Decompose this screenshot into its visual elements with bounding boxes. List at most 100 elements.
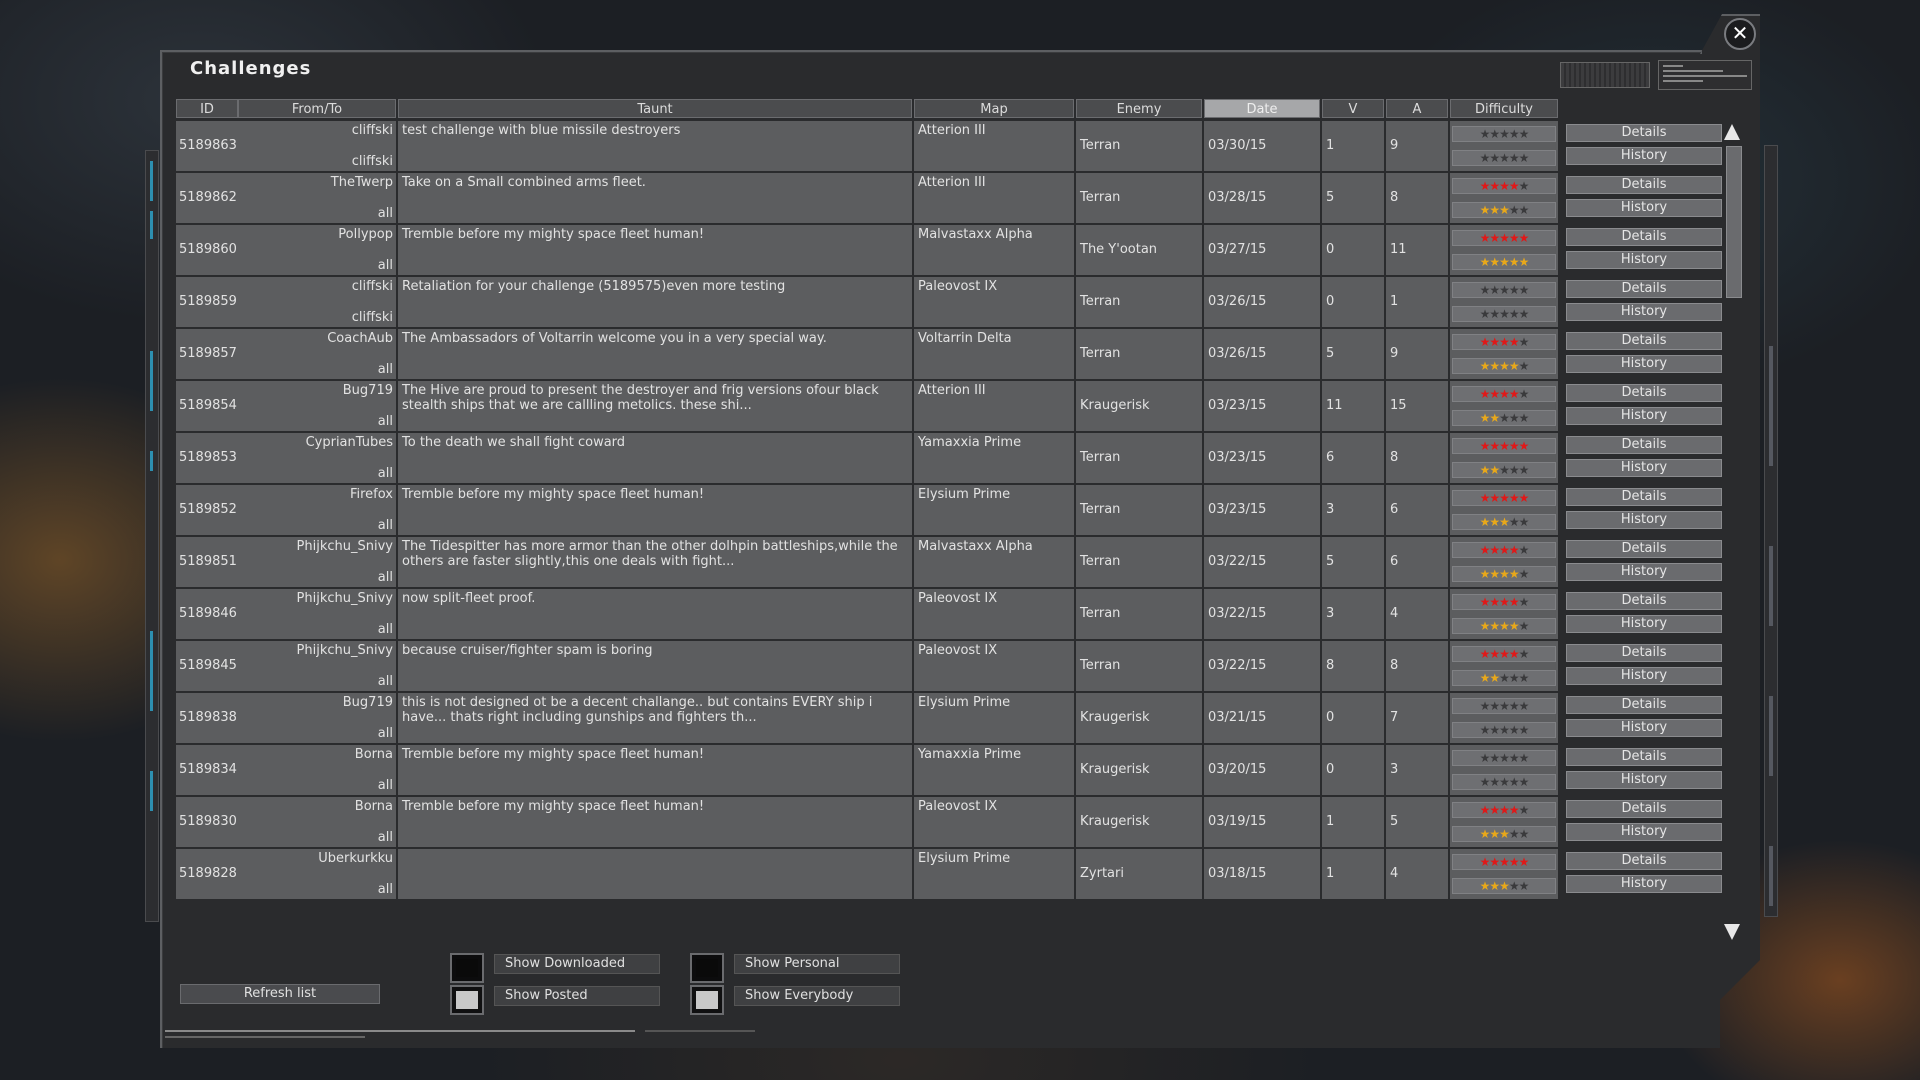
scroll-up-arrow-icon[interactable] bbox=[1724, 124, 1740, 140]
sender-name: cliffski bbox=[351, 123, 393, 138]
table-row[interactable]: 5189859 cliffski cliffski Retaliation for y… bbox=[176, 277, 1724, 327]
star-icon: ★ bbox=[1489, 307, 1500, 321]
details-button[interactable]: Details bbox=[1566, 592, 1722, 610]
show-everybody-toggle[interactable] bbox=[690, 985, 724, 1015]
star-icon: ★ bbox=[1518, 723, 1530, 737]
show-everybody-label[interactable]: Show Everybody bbox=[734, 986, 900, 1006]
details-button[interactable]: Details bbox=[1566, 748, 1722, 766]
history-button[interactable]: History bbox=[1566, 147, 1722, 165]
column-header-map[interactable]: Map bbox=[914, 99, 1074, 118]
column-header-difficulty[interactable]: Difficulty bbox=[1450, 99, 1558, 118]
star-icon: ★ bbox=[1489, 411, 1500, 425]
details-button[interactable]: Details bbox=[1566, 228, 1722, 246]
star-icon: ★ bbox=[1499, 567, 1510, 581]
sender-name: Uberkurkku bbox=[318, 851, 393, 866]
star-icon: ★ bbox=[1518, 803, 1530, 817]
table-row[interactable]: 5189857 CoachAub all The Ambassadors of Vol… bbox=[176, 329, 1724, 379]
history-button[interactable]: History bbox=[1566, 771, 1722, 789]
details-button[interactable]: Details bbox=[1566, 176, 1722, 194]
column-header-date[interactable]: Date bbox=[1204, 99, 1320, 118]
column-header-v[interactable]: V bbox=[1322, 99, 1384, 118]
history-button[interactable]: History bbox=[1566, 303, 1722, 321]
table-row[interactable]: 5189846 Phijkchu_Snivy all now split-fleet … bbox=[176, 589, 1724, 639]
rating-stars: ★★★★★ bbox=[1452, 202, 1556, 218]
star-icon: ★ bbox=[1518, 387, 1530, 401]
star-icon: ★ bbox=[1489, 751, 1500, 765]
difficulty-stars: ★★★★★ bbox=[1452, 854, 1556, 870]
details-button[interactable]: Details bbox=[1566, 332, 1722, 350]
details-button[interactable]: Details bbox=[1566, 384, 1722, 402]
history-button[interactable]: History bbox=[1566, 199, 1722, 217]
details-button[interactable]: Details bbox=[1566, 852, 1722, 870]
table-row[interactable]: 5189851 Phijkchu_Snivy all The Tidespitter … bbox=[176, 537, 1724, 587]
star-icon: ★ bbox=[1489, 255, 1500, 269]
table-row[interactable]: 5189830 Borna all Tremble before my mighty … bbox=[176, 797, 1724, 847]
history-button[interactable]: History bbox=[1566, 251, 1722, 269]
details-button[interactable]: Details bbox=[1566, 800, 1722, 818]
details-button[interactable]: Details bbox=[1566, 644, 1722, 662]
star-icon: ★ bbox=[1479, 855, 1491, 869]
cell-enemy: Kraugerisk bbox=[1076, 381, 1202, 431]
history-button[interactable]: History bbox=[1566, 615, 1722, 633]
show-downloaded-toggle[interactable] bbox=[450, 953, 484, 983]
history-button[interactable]: History bbox=[1566, 511, 1722, 529]
table-row[interactable]: 5189860 Pollypop all Tremble before my migh… bbox=[176, 225, 1724, 275]
show-personal-toggle[interactable] bbox=[690, 953, 724, 983]
cell-date: 03/23/15 bbox=[1204, 381, 1320, 431]
details-button[interactable]: Details bbox=[1566, 696, 1722, 714]
cell-from-to: cliffski cliffski bbox=[238, 121, 396, 171]
show-posted-toggle[interactable] bbox=[450, 985, 484, 1015]
details-button[interactable]: Details bbox=[1566, 488, 1722, 506]
show-personal-label[interactable]: Show Personal bbox=[734, 954, 900, 974]
column-header-from-to[interactable]: From/To bbox=[238, 99, 396, 118]
column-header-taunt[interactable]: Taunt bbox=[398, 99, 912, 118]
star-icon: ★ bbox=[1479, 723, 1491, 737]
vertical-scrollbar[interactable] bbox=[1724, 124, 1742, 944]
cell-v: 5 bbox=[1322, 537, 1384, 587]
history-button[interactable]: History bbox=[1566, 875, 1722, 893]
history-button[interactable]: History bbox=[1566, 459, 1722, 477]
scrollbar-thumb[interactable] bbox=[1726, 146, 1742, 298]
column-header-a[interactable]: A bbox=[1386, 99, 1448, 118]
star-icon: ★ bbox=[1489, 335, 1500, 349]
star-icon: ★ bbox=[1479, 751, 1491, 765]
show-posted-label[interactable]: Show Posted bbox=[494, 986, 660, 1006]
cell-taunt: The Ambassadors of Voltarrin welcome you… bbox=[398, 329, 912, 379]
cell-date: 03/22/15 bbox=[1204, 641, 1320, 691]
details-button[interactable]: Details bbox=[1566, 124, 1722, 142]
table-row[interactable]: 5189853 CyprianTubes all To the death we sh… bbox=[176, 433, 1724, 483]
scroll-down-arrow-icon[interactable] bbox=[1724, 924, 1740, 940]
refresh-list-button[interactable]: Refresh list bbox=[180, 984, 380, 1004]
show-downloaded-label[interactable]: Show Downloaded bbox=[494, 954, 660, 974]
history-button[interactable]: History bbox=[1566, 563, 1722, 581]
details-button[interactable]: Details bbox=[1566, 436, 1722, 454]
table-row[interactable]: 5189862 TheTwerp all Take on a Small combin… bbox=[176, 173, 1724, 223]
star-icon: ★ bbox=[1518, 335, 1530, 349]
history-button[interactable]: History bbox=[1566, 407, 1722, 425]
column-header-enemy[interactable]: Enemy bbox=[1076, 99, 1202, 118]
table-row[interactable]: 5189854 Bug719 all The Hive are proud to pr… bbox=[176, 381, 1724, 431]
column-header-id[interactable]: ID bbox=[176, 99, 238, 118]
table-row[interactable]: 5189845 Phijkchu_Snivy all because cruiser/… bbox=[176, 641, 1724, 691]
history-button[interactable]: History bbox=[1566, 823, 1722, 841]
close-icon[interactable]: ✕ bbox=[1724, 18, 1756, 50]
cell-id: 5189830 bbox=[176, 797, 238, 847]
table-row[interactable]: 5189838 Bug719 all this is not designed ot … bbox=[176, 693, 1724, 743]
star-icon: ★ bbox=[1479, 619, 1491, 633]
cell-actions: Details History bbox=[1566, 173, 1724, 223]
cell-id: 5189852 bbox=[176, 485, 238, 535]
table-row[interactable]: 5189834 Borna all Tremble before my mighty … bbox=[176, 745, 1724, 795]
star-icon: ★ bbox=[1508, 179, 1520, 193]
cell-difficulty: ★★★★★ ★★★★★ bbox=[1450, 537, 1558, 587]
cell-v: 0 bbox=[1322, 225, 1384, 275]
details-button[interactable]: Details bbox=[1566, 280, 1722, 298]
history-button[interactable]: History bbox=[1566, 667, 1722, 685]
table-row[interactable]: 5189863 cliffski cliffski test challenge wi… bbox=[176, 121, 1724, 171]
history-button[interactable]: History bbox=[1566, 719, 1722, 737]
history-button[interactable]: History bbox=[1566, 355, 1722, 373]
table-row[interactable]: 5189852 Firefox all Tremble before my might… bbox=[176, 485, 1724, 535]
table-row[interactable]: 5189828 Uberkurkku all Elysium Prime Zyrtari… bbox=[176, 849, 1724, 899]
details-button[interactable]: Details bbox=[1566, 540, 1722, 558]
cell-difficulty: ★★★★★ ★★★★★ bbox=[1450, 173, 1558, 223]
cell-actions: Details History bbox=[1566, 797, 1724, 847]
